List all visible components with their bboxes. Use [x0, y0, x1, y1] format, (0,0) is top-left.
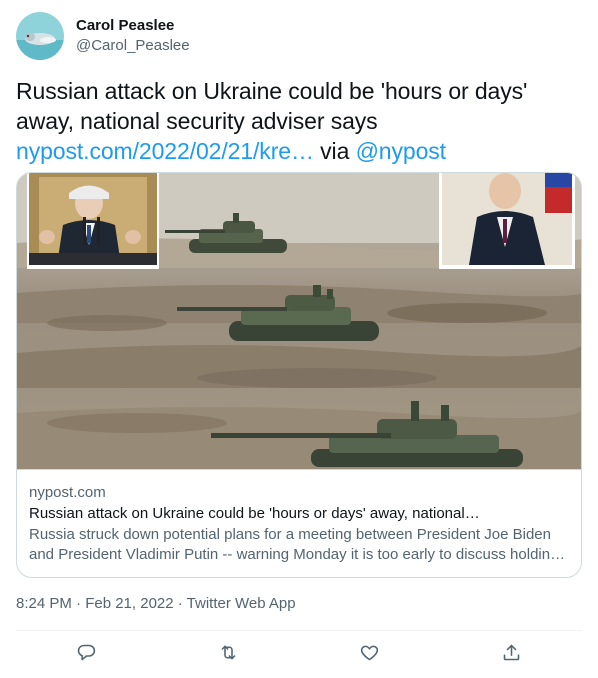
tweet-header: Carol Peaslee @Carol_Peaslee [16, 12, 190, 60]
tweet-metadata[interactable]: 8:24 PM · Feb 21, 2022 · Twitter Web App [16, 594, 296, 614]
link-card[interactable]: nypost.com Russian attack on Ukraine cou… [16, 172, 582, 578]
user-names: Carol Peaslee @Carol_Peaslee [76, 16, 190, 56]
display-name[interactable]: Carol Peaslee [76, 16, 190, 36]
like-button[interactable] [355, 640, 385, 670]
card-image [17, 173, 581, 469]
share-button[interactable] [496, 640, 526, 670]
share-icon [501, 642, 522, 668]
mention-link[interactable]: @nypost [356, 138, 447, 164]
action-bar [16, 640, 582, 670]
heart-icon [359, 642, 380, 668]
card-description: Russia struck down potential plans for a… [29, 526, 566, 563]
reply-button[interactable] [72, 640, 102, 670]
retweet-button[interactable] [213, 640, 243, 670]
tweet: Carol Peaslee @Carol_Peaslee Russian att… [0, 0, 598, 678]
user-handle[interactable]: @Carol_Peaslee [76, 36, 190, 56]
reply-icon [76, 642, 97, 668]
via-text: via [320, 138, 350, 164]
article-link[interactable]: nypost.com/2022/02/21/kre… [16, 138, 314, 164]
tweet-text: Russian attack on Ukraine could be 'hour… [16, 76, 582, 166]
avatar[interactable] [16, 12, 64, 60]
card-title: Russian attack on Ukraine could be 'hour… [29, 505, 480, 522]
card-info: nypost.com Russian attack on Ukraine cou… [17, 469, 581, 577]
card-domain: nypost.com [29, 484, 106, 501]
tweet-body: Russian attack on Ukraine could be 'hour… [16, 78, 528, 134]
divider [16, 630, 582, 631]
retweet-icon [218, 642, 239, 668]
